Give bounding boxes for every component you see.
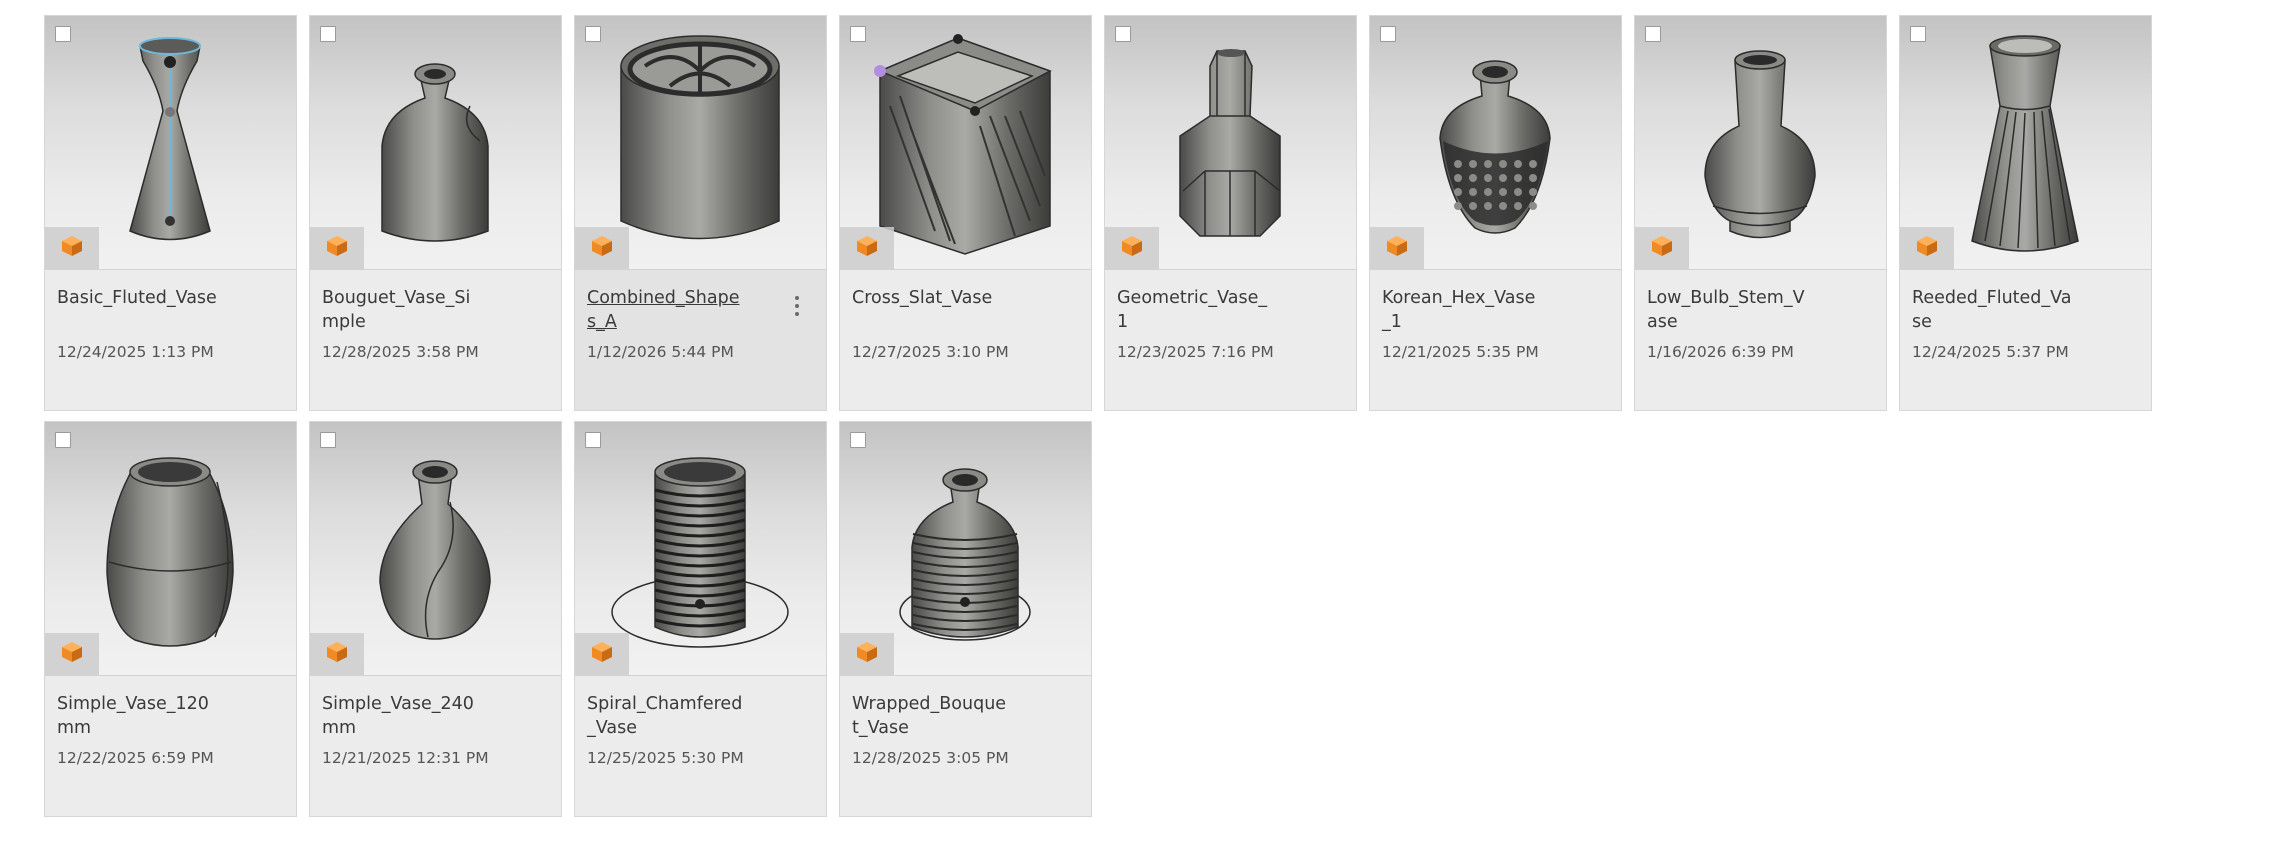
file-date: 12/21/2025 5:35 PM: [1382, 343, 1539, 361]
file-date: 12/28/2025 3:05 PM: [852, 749, 1009, 767]
file-date: 1/16/2026 6:39 PM: [1647, 343, 1794, 361]
design-cube-icon: [60, 640, 84, 668]
thumbnail[interactable]: [1900, 16, 2151, 270]
thumbnail[interactable]: [310, 422, 561, 676]
file-name[interactable]: Bouguet_Vase_Simple: [322, 286, 482, 334]
thumbnail[interactable]: [840, 422, 1091, 676]
file-date: 12/23/2025 7:16 PM: [1117, 343, 1274, 361]
file-card[interactable]: Simple_Vase_240mm 12/21/2025 12:31 PM: [309, 421, 562, 817]
design-cube-icon: [325, 640, 349, 668]
file-card[interactable]: Korean_Hex_Vase_1 12/21/2025 5:35 PM: [1369, 15, 1622, 411]
design-cube-icon: [1120, 234, 1144, 262]
file-card[interactable]: Combined_Shapes_A 1/12/2026 5:44 PM: [574, 15, 827, 411]
file-date: 12/24/2025 1:13 PM: [57, 343, 214, 361]
file-card[interactable]: Wrapped_Bouquet_Vase 12/28/2025 3:05 PM: [839, 421, 1092, 817]
design-type-badge: [1635, 227, 1689, 269]
design-cube-icon: [325, 234, 349, 262]
design-type-badge: [45, 227, 99, 269]
file-name[interactable]: Reeded_Fluted_Vase: [1912, 286, 2072, 334]
thumbnail[interactable]: [1370, 16, 1621, 270]
design-type-badge: [575, 227, 629, 269]
design-type-badge: [1900, 227, 1954, 269]
design-cube-icon: [855, 234, 879, 262]
design-cube-icon: [1385, 234, 1409, 262]
file-card[interactable]: Bouguet_Vase_Simple 12/28/2025 3:58 PM: [309, 15, 562, 411]
select-checkbox[interactable]: [1380, 26, 1396, 42]
thumbnail[interactable]: [840, 16, 1091, 270]
thumbnail[interactable]: [45, 16, 296, 270]
file-date: 12/22/2025 6:59 PM: [57, 749, 214, 767]
more-options-icon[interactable]: [790, 292, 804, 320]
select-checkbox[interactable]: [320, 26, 336, 42]
design-cube-icon: [855, 640, 879, 668]
design-type-badge: [1370, 227, 1424, 269]
file-grid: Basic_Fluted_Vase 12/24/2025 1:13 PM Bou…: [44, 15, 2152, 817]
design-type-badge: [310, 633, 364, 675]
file-name[interactable]: Cross_Slat_Vase: [852, 286, 1012, 310]
design-type-badge: [840, 227, 894, 269]
file-name[interactable]: Low_Bulb_Stem_Vase: [1647, 286, 1807, 334]
design-type-badge: [1105, 227, 1159, 269]
file-card[interactable]: Low_Bulb_Stem_Vase 1/16/2026 6:39 PM: [1634, 15, 1887, 411]
design-type-badge: [575, 633, 629, 675]
thumbnail[interactable]: [310, 16, 561, 270]
file-name[interactable]: Spiral_Chamfered_Vase: [587, 692, 747, 740]
design-cube-icon: [1650, 234, 1674, 262]
file-card[interactable]: Simple_Vase_120mm 12/22/2025 6:59 PM: [44, 421, 297, 817]
file-date: 1/12/2026 5:44 PM: [587, 343, 734, 361]
file-name[interactable]: Wrapped_Bouquet_Vase: [852, 692, 1012, 740]
file-date: 12/28/2025 3:58 PM: [322, 343, 479, 361]
select-checkbox[interactable]: [585, 432, 601, 448]
select-checkbox[interactable]: [1910, 26, 1926, 42]
file-name[interactable]: Geometric_Vase_1: [1117, 286, 1277, 334]
file-name[interactable]: Simple_Vase_120mm: [57, 692, 217, 740]
select-checkbox[interactable]: [585, 26, 601, 42]
file-date: 12/27/2025 3:10 PM: [852, 343, 1009, 361]
file-name[interactable]: Korean_Hex_Vase_1: [1382, 286, 1542, 334]
file-card[interactable]: Basic_Fluted_Vase 12/24/2025 1:13 PM: [44, 15, 297, 411]
thumbnail[interactable]: [45, 422, 296, 676]
file-date: 12/24/2025 5:37 PM: [1912, 343, 2069, 361]
select-checkbox[interactable]: [320, 432, 336, 448]
file-name[interactable]: Combined_Shapes_A: [587, 286, 747, 334]
thumbnail[interactable]: [575, 422, 826, 676]
file-name[interactable]: Basic_Fluted_Vase: [57, 286, 217, 310]
select-checkbox[interactable]: [1645, 26, 1661, 42]
select-checkbox[interactable]: [850, 26, 866, 42]
file-date: 12/21/2025 12:31 PM: [322, 749, 489, 767]
design-cube-icon: [590, 640, 614, 668]
file-date: 12/25/2025 5:30 PM: [587, 749, 744, 767]
select-checkbox[interactable]: [850, 432, 866, 448]
select-checkbox[interactable]: [55, 26, 71, 42]
design-cube-icon: [1915, 234, 1939, 262]
file-card[interactable]: Reeded_Fluted_Vase 12/24/2025 5:37 PM: [1899, 15, 2152, 411]
select-checkbox[interactable]: [55, 432, 71, 448]
thumbnail[interactable]: [1105, 16, 1356, 270]
design-type-badge: [45, 633, 99, 675]
file-card[interactable]: Cross_Slat_Vase 12/27/2025 3:10 PM: [839, 15, 1092, 411]
design-type-badge: [310, 227, 364, 269]
design-cube-icon: [590, 234, 614, 262]
file-name[interactable]: Simple_Vase_240mm: [322, 692, 482, 740]
design-cube-icon: [60, 234, 84, 262]
thumbnail[interactable]: [575, 16, 826, 270]
file-card[interactable]: Spiral_Chamfered_Vase 12/25/2025 5:30 PM: [574, 421, 827, 817]
file-card[interactable]: Geometric_Vase_1 12/23/2025 7:16 PM: [1104, 15, 1357, 411]
design-type-badge: [840, 633, 894, 675]
thumbnail[interactable]: [1635, 16, 1886, 270]
select-checkbox[interactable]: [1115, 26, 1131, 42]
